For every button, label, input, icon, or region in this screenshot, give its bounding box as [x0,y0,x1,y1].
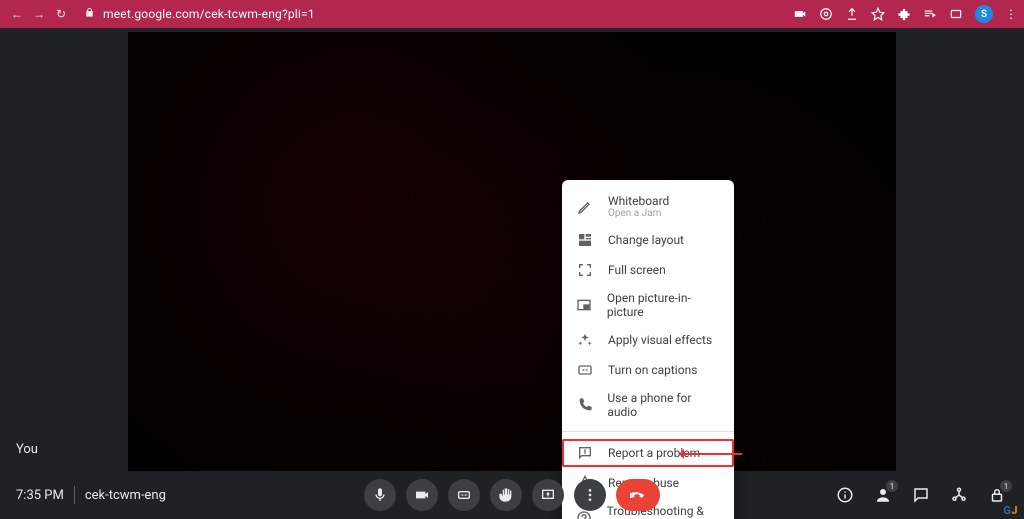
layout-icon [576,231,594,249]
chrome-icon[interactable] [819,7,833,21]
camera-button[interactable] [406,479,438,511]
present-button[interactable] [532,479,564,511]
menu-label: Whiteboard [608,194,669,208]
sparkles-icon [576,331,594,349]
meet-bottom-bar: 7:35 PM cek-tcwm-eng 1 1 GJ [0,471,1024,519]
watermark: GJ [1003,504,1018,517]
annotation-arrow [680,453,742,455]
menu-item-full-screen[interactable]: Full screen [562,255,734,285]
menu-label: Full screen [608,263,666,277]
back-button[interactable]: ← [8,7,26,21]
menu-item-pip[interactable]: Open picture-in-picture [562,285,734,325]
fullscreen-icon [576,261,594,279]
star-icon[interactable] [871,7,885,21]
more-options-menu: WhiteboardOpen a Jam Change layout Full … [562,180,734,519]
hangup-button[interactable] [616,479,660,511]
host-controls-button[interactable]: 1 [986,484,1008,506]
menu-item-phone-audio[interactable]: Use a phone for audio [562,385,734,425]
menu-label: Use a phone for audio [607,391,720,419]
menu-item-whiteboard[interactable]: WhiteboardOpen a Jam [562,188,734,225]
meet-stage: You WhiteboardOpen a Jam Change layout F… [0,28,1024,471]
tab-icon[interactable] [949,7,963,21]
playlist-icon[interactable] [923,7,937,21]
captions-icon [576,361,594,379]
more-options-button[interactable] [574,479,606,511]
forward-button[interactable]: → [30,7,48,21]
menu-label: Change layout [608,233,684,247]
people-count-badge: 1 [886,480,898,492]
url-text[interactable]: meet.google.com/cek-tcwm-eng?pli=1 [103,7,315,21]
browser-top-bar: ← → ↻ meet.google.com/cek-tcwm-eng?pli=1… [0,0,1024,28]
control-bar [364,479,660,511]
captions-button[interactable] [448,479,480,511]
separator [74,486,75,504]
menu-item-captions[interactable]: Turn on captions [562,355,734,385]
pip-icon [576,296,593,314]
chat-button[interactable] [910,484,932,506]
people-button[interactable]: 1 [872,484,894,506]
menu-label: Turn on captions [608,363,697,377]
pencil-icon [576,198,594,216]
activities-button[interactable] [948,484,970,506]
menu-item-change-layout[interactable]: Change layout [562,225,734,255]
browser-menu-button[interactable]: ⋮ [1005,7,1016,21]
lock-icon [84,7,95,21]
meeting-code: cek-tcwm-eng [85,488,166,503]
profile-avatar[interactable]: S [975,5,993,23]
share-icon[interactable] [845,7,859,21]
puzzle-icon[interactable] [897,7,911,21]
self-video-tile [128,32,896,471]
menu-label: Apply visual effects [608,333,712,347]
extension-tray: S ⋮ [793,5,1016,23]
menu-label: Open picture-in-picture [607,291,720,319]
host-count-badge: 1 [1000,480,1012,492]
phone-icon [576,396,593,414]
meeting-info: 7:35 PM cek-tcwm-eng [16,486,166,504]
raise-hand-button[interactable] [490,479,522,511]
menu-divider [562,431,734,432]
menu-sublabel: Open a Jam [608,208,669,219]
camera-icon[interactable] [793,7,807,21]
clock-text: 7:35 PM [16,488,64,503]
mic-button[interactable] [364,479,396,511]
self-label: You [16,442,38,457]
reload-button[interactable]: ↻ [52,7,70,21]
menu-item-visual-effects[interactable]: Apply visual effects [562,325,734,355]
meeting-details-button[interactable] [834,484,856,506]
feedback-icon [576,444,594,462]
right-panel-buttons: 1 1 [834,484,1008,506]
